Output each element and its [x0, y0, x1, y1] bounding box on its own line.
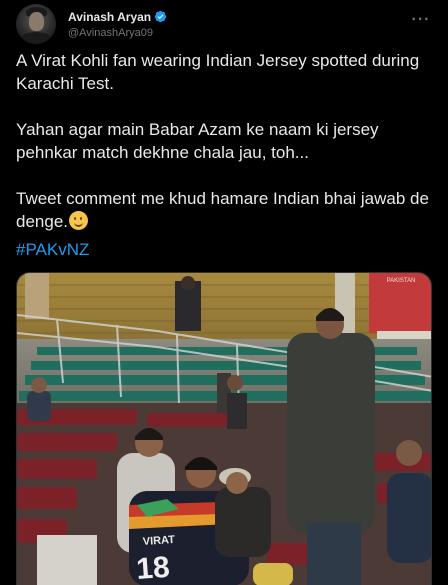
- verified-badge-icon: [154, 10, 167, 23]
- stadium-photo: PAKISTAN VIRAT 18: [17, 273, 431, 585]
- avatar[interactable]: [16, 4, 56, 44]
- jersey-name: VIRAT: [142, 534, 175, 548]
- slightly-smiling-face-icon: [69, 211, 88, 230]
- tweet-body: A Virat Kohli fan wearing Indian Jersey …: [16, 49, 432, 233]
- tweet-paragraph: A Virat Kohli fan wearing Indian Jersey …: [16, 51, 424, 93]
- hashtag-link[interactable]: #PAKvNZ: [16, 240, 89, 260]
- tweet-paragraph: Yahan agar main Babar Azam ke naam ki je…: [16, 120, 384, 162]
- author-info: Avinash Aryan @AvinashArya09: [68, 8, 167, 39]
- more-options-icon[interactable]: ···: [410, 10, 432, 30]
- tweet-photo[interactable]: PAKISTAN VIRAT 18: [16, 272, 432, 585]
- author-handle[interactable]: @AvinashArya09: [68, 27, 167, 39]
- banner-text: PAKISTAN: [387, 278, 416, 284]
- tweet-paragraph: Tweet comment me khud hamare Indian bhai…: [16, 187, 432, 233]
- author-name[interactable]: Avinash Aryan: [68, 10, 151, 24]
- jersey-number: 18: [135, 551, 171, 585]
- tweet-header: Avinash Aryan @AvinashArya09 ···: [16, 0, 432, 46]
